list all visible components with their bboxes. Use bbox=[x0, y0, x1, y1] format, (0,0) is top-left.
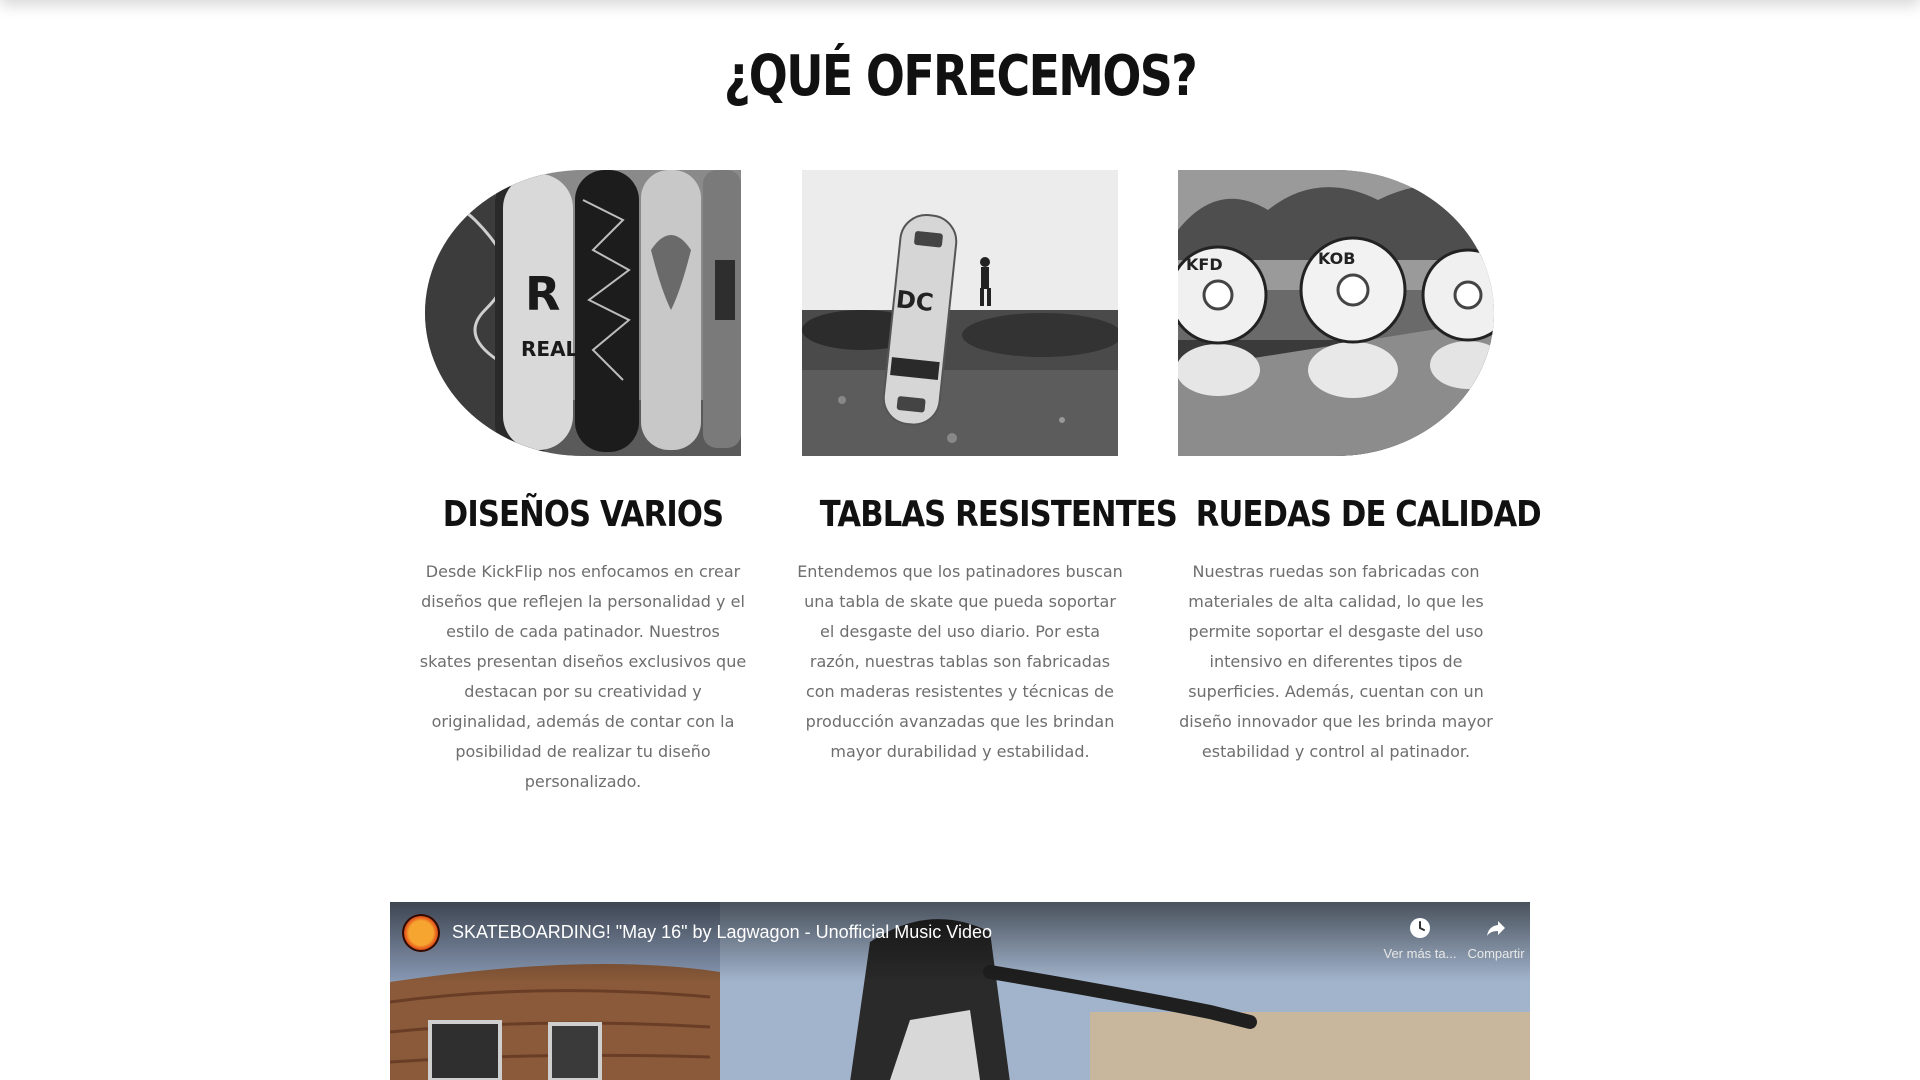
watch-later-button[interactable]: Ver más ta... bbox=[1380, 916, 1460, 961]
card-title: RUEDAS DE CALIDAD bbox=[1195, 494, 1542, 535]
svg-text:KFD: KFD bbox=[1186, 255, 1223, 274]
feature-card-designs: R REAL DISEÑOS VARIOS Desde KickFlip nos… bbox=[418, 170, 748, 797]
card-description: Desde KickFlip nos enfocamos en crear di… bbox=[419, 562, 747, 791]
share-button[interactable]: Compartir bbox=[1456, 916, 1530, 961]
svg-text:R: R bbox=[525, 267, 560, 321]
share-label: Compartir bbox=[1467, 946, 1525, 961]
feature-card-wheels: KFD KOB RUEDAS DE CALIDAD Nuestras rueda… bbox=[1171, 170, 1542, 767]
card-title: TABLAS RESISTENTES bbox=[819, 494, 1178, 535]
svg-text:DC: DC bbox=[895, 285, 935, 317]
card-title: DISEÑOS VARIOS bbox=[442, 494, 724, 535]
share-arrow-icon bbox=[1487, 921, 1505, 936]
clock-icon bbox=[1410, 918, 1430, 938]
card-description: Nuestras ruedas son fabricadas con mater… bbox=[1179, 562, 1493, 761]
skateboard-decks-image: R REAL bbox=[425, 170, 741, 456]
embedded-video-player[interactable]: SKATEBOARDING! "May 16" by Lagwagon - Un… bbox=[390, 902, 1530, 1080]
section-title: ¿QUÉ OFRECEMOS? bbox=[723, 44, 1198, 109]
watch-later-label: Ver más ta... bbox=[1383, 946, 1457, 961]
skate-wheels-image: KFD KOB bbox=[1178, 170, 1494, 456]
card-description: Entendemos que los patinadores buscan un… bbox=[797, 562, 1123, 761]
channel-avatar-icon[interactable] bbox=[402, 914, 440, 952]
skateboard-standing-image: DC bbox=[802, 170, 1118, 456]
video-title-link[interactable]: SKATEBOARDING! "May 16" by Lagwagon - Un… bbox=[452, 922, 992, 943]
feature-card-boards: DC TABLAS RESISTENTES Entendemos que los… bbox=[795, 170, 1178, 767]
svg-text:KOB: KOB bbox=[1318, 249, 1355, 268]
svg-text:REAL: REAL bbox=[521, 337, 579, 361]
